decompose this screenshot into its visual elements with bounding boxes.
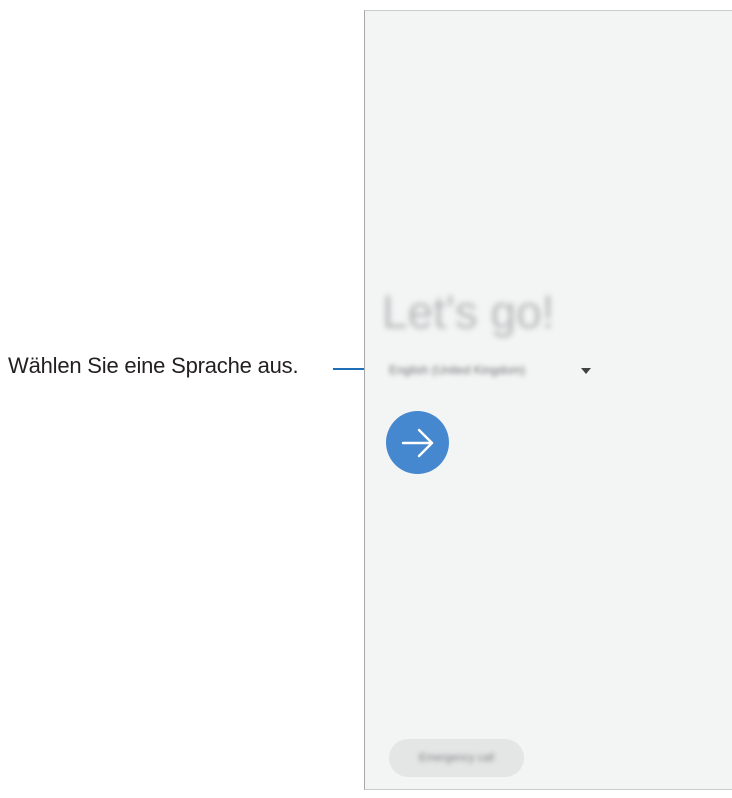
welcome-headline: Let's go! bbox=[382, 286, 555, 338]
dropdown-arrow-icon[interactable] bbox=[581, 368, 591, 374]
emergency-call-button[interactable]: Emergency call bbox=[389, 739, 524, 777]
manual-page: Wählen Sie eine Sprache aus. Let's go! E… bbox=[0, 0, 732, 798]
arrow-right-icon bbox=[401, 428, 433, 457]
device-screen: Let's go! English (United Kingdom) Emerg… bbox=[364, 10, 732, 790]
language-selector-value[interactable]: English (United Kingdom) bbox=[389, 361, 525, 379]
callout-label: Wählen Sie eine Sprache aus. bbox=[8, 353, 299, 378]
emergency-call-label: Emergency call bbox=[418, 752, 495, 764]
next-button[interactable] bbox=[386, 411, 449, 474]
